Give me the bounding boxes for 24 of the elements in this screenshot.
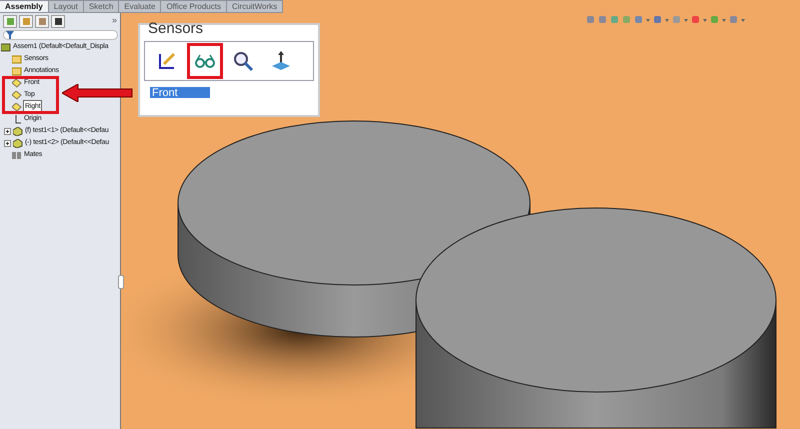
expand-button[interactable]: » xyxy=(112,14,117,28)
edit-icon xyxy=(156,50,178,72)
panel-title: Sensors xyxy=(147,21,204,37)
ribbon-tab[interactable]: Sketch xyxy=(84,0,120,13)
ribbon-tab[interactable]: Office Products xyxy=(161,0,227,13)
expand-toggle[interactable] xyxy=(4,128,11,134)
mates-icon xyxy=(12,150,22,160)
display-tab[interactable] xyxy=(51,14,65,28)
filter-field[interactable] xyxy=(3,30,118,40)
expand-toggle[interactable] xyxy=(4,140,11,146)
glasses-button[interactable] xyxy=(187,43,223,79)
filter-icon xyxy=(6,31,14,39)
tree-tab[interactable] xyxy=(3,14,17,28)
ribbon-tab[interactable]: Assembly xyxy=(0,0,49,13)
normal-to-icon xyxy=(270,50,292,72)
splitter-handle[interactable] xyxy=(118,275,124,289)
tree-item[interactable]: Front xyxy=(150,87,210,98)
ribbon-tab[interactable]: CircuitWorks xyxy=(226,0,284,13)
highlight-frame xyxy=(2,76,59,114)
ribbon-tab[interactable]: Evaluate xyxy=(119,0,162,13)
arrow-icon xyxy=(62,84,134,102)
property-tab[interactable] xyxy=(19,14,33,28)
assembly-icon xyxy=(1,42,11,52)
ribbon-tab[interactable]: Layout xyxy=(48,0,84,13)
